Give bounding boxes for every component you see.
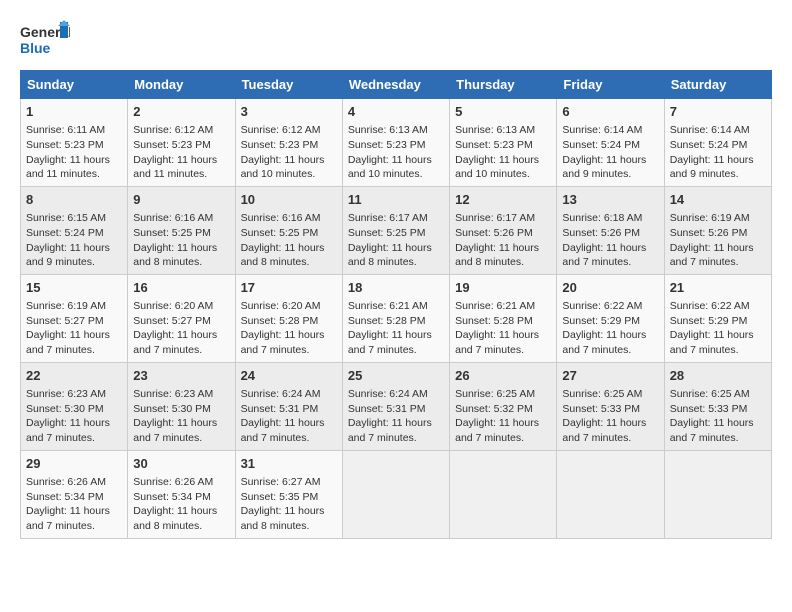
calendar-cell: 20Sunrise: 6:22 AMSunset: 5:29 PMDayligh… <box>557 274 664 362</box>
calendar-cell: 14Sunrise: 6:19 AMSunset: 5:26 PMDayligh… <box>664 186 771 274</box>
calendar-cell: 30Sunrise: 6:26 AMSunset: 5:34 PMDayligh… <box>128 450 235 538</box>
calendar-cell: 7Sunrise: 6:14 AMSunset: 5:24 PMDaylight… <box>664 99 771 187</box>
day-of-week-header: Thursday <box>450 71 557 99</box>
calendar-cell: 16Sunrise: 6:20 AMSunset: 5:27 PMDayligh… <box>128 274 235 362</box>
calendar-cell: 13Sunrise: 6:18 AMSunset: 5:26 PMDayligh… <box>557 186 664 274</box>
calendar-cell: 17Sunrise: 6:20 AMSunset: 5:28 PMDayligh… <box>235 274 342 362</box>
calendar-cell: 1Sunrise: 6:11 AMSunset: 5:23 PMDaylight… <box>21 99 128 187</box>
calendar-cell: 24Sunrise: 6:24 AMSunset: 5:31 PMDayligh… <box>235 362 342 450</box>
day-of-week-header: Friday <box>557 71 664 99</box>
day-of-week-header: Saturday <box>664 71 771 99</box>
calendar-cell: 19Sunrise: 6:21 AMSunset: 5:28 PMDayligh… <box>450 274 557 362</box>
calendar-cell: 8Sunrise: 6:15 AMSunset: 5:24 PMDaylight… <box>21 186 128 274</box>
calendar-cell <box>450 450 557 538</box>
calendar-cell: 31Sunrise: 6:27 AMSunset: 5:35 PMDayligh… <box>235 450 342 538</box>
calendar-cell <box>342 450 449 538</box>
calendar-week-row: 8Sunrise: 6:15 AMSunset: 5:24 PMDaylight… <box>21 186 772 274</box>
svg-text:Blue: Blue <box>20 40 51 56</box>
calendar-cell: 5Sunrise: 6:13 AMSunset: 5:23 PMDaylight… <box>450 99 557 187</box>
calendar-cell: 21Sunrise: 6:22 AMSunset: 5:29 PMDayligh… <box>664 274 771 362</box>
calendar-cell: 18Sunrise: 6:21 AMSunset: 5:28 PMDayligh… <box>342 274 449 362</box>
logo: General Blue <box>20 20 70 60</box>
calendar-cell: 6Sunrise: 6:14 AMSunset: 5:24 PMDaylight… <box>557 99 664 187</box>
page-header: General Blue <box>20 20 772 60</box>
calendar-cell: 25Sunrise: 6:24 AMSunset: 5:31 PMDayligh… <box>342 362 449 450</box>
calendar-cell: 15Sunrise: 6:19 AMSunset: 5:27 PMDayligh… <box>21 274 128 362</box>
calendar-week-row: 22Sunrise: 6:23 AMSunset: 5:30 PMDayligh… <box>21 362 772 450</box>
calendar-week-row: 1Sunrise: 6:11 AMSunset: 5:23 PMDaylight… <box>21 99 772 187</box>
calendar-cell: 2Sunrise: 6:12 AMSunset: 5:23 PMDaylight… <box>128 99 235 187</box>
day-of-week-header: Sunday <box>21 71 128 99</box>
day-of-week-header: Tuesday <box>235 71 342 99</box>
calendar-cell: 11Sunrise: 6:17 AMSunset: 5:25 PMDayligh… <box>342 186 449 274</box>
calendar-cell: 4Sunrise: 6:13 AMSunset: 5:23 PMDaylight… <box>342 99 449 187</box>
calendar-cell: 22Sunrise: 6:23 AMSunset: 5:30 PMDayligh… <box>21 362 128 450</box>
calendar-cell: 3Sunrise: 6:12 AMSunset: 5:23 PMDaylight… <box>235 99 342 187</box>
calendar-cell: 10Sunrise: 6:16 AMSunset: 5:25 PMDayligh… <box>235 186 342 274</box>
calendar-cell: 12Sunrise: 6:17 AMSunset: 5:26 PMDayligh… <box>450 186 557 274</box>
calendar-cell: 27Sunrise: 6:25 AMSunset: 5:33 PMDayligh… <box>557 362 664 450</box>
calendar-cell: 23Sunrise: 6:23 AMSunset: 5:30 PMDayligh… <box>128 362 235 450</box>
calendar-week-row: 15Sunrise: 6:19 AMSunset: 5:27 PMDayligh… <box>21 274 772 362</box>
calendar-cell <box>664 450 771 538</box>
calendar-cell: 29Sunrise: 6:26 AMSunset: 5:34 PMDayligh… <box>21 450 128 538</box>
calendar-header-row: SundayMondayTuesdayWednesdayThursdayFrid… <box>21 71 772 99</box>
day-of-week-header: Wednesday <box>342 71 449 99</box>
calendar-cell <box>557 450 664 538</box>
calendar-cell: 28Sunrise: 6:25 AMSunset: 5:33 PMDayligh… <box>664 362 771 450</box>
day-of-week-header: Monday <box>128 71 235 99</box>
calendar-cell: 9Sunrise: 6:16 AMSunset: 5:25 PMDaylight… <box>128 186 235 274</box>
logo-icon: General Blue <box>20 20 70 60</box>
calendar-table: SundayMondayTuesdayWednesdayThursdayFrid… <box>20 70 772 539</box>
calendar-cell: 26Sunrise: 6:25 AMSunset: 5:32 PMDayligh… <box>450 362 557 450</box>
calendar-week-row: 29Sunrise: 6:26 AMSunset: 5:34 PMDayligh… <box>21 450 772 538</box>
